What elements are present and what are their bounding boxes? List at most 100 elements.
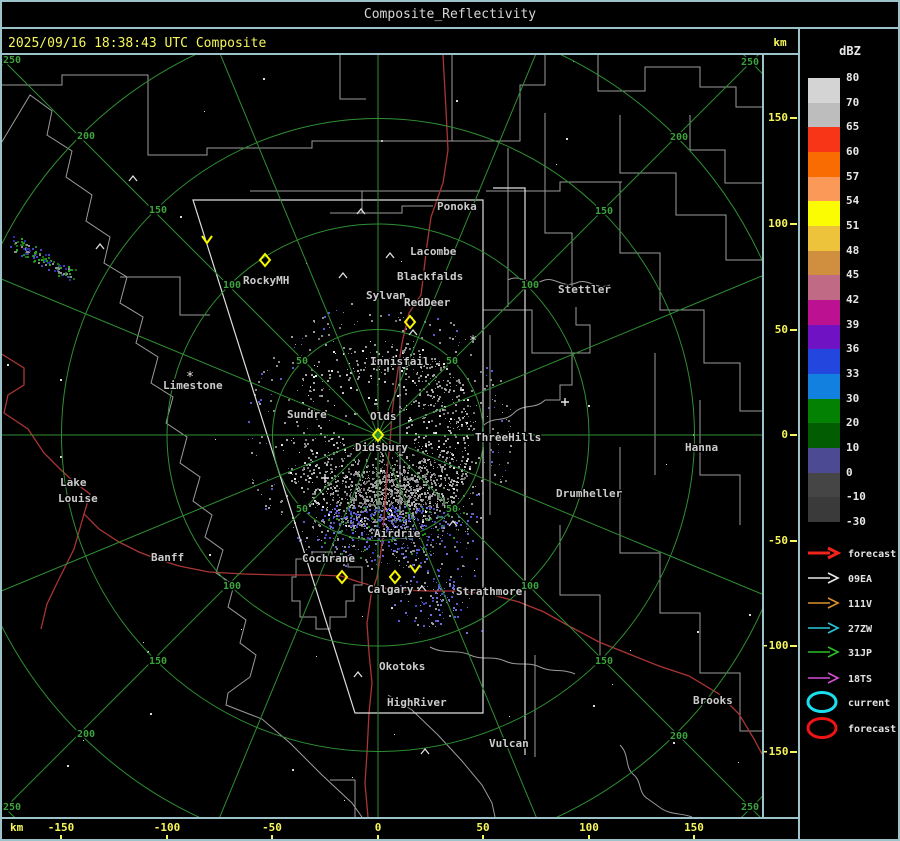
county-boundary-line [486,181,622,192]
dbz-color-block [808,398,840,424]
county-boundary-line [619,182,762,412]
plus-marker-icon [321,474,329,482]
dbz-color-block [808,78,840,103]
timestamp-label: 2025/09/16 18:38:43 UTC Composite [8,36,267,51]
dbz-scale-value: 57 [846,169,860,183]
markers: ** [95,174,569,755]
yellow-vector-icon [201,235,213,245]
caret-marker-icon [353,670,363,678]
range-ring-label: 100 [223,581,241,592]
city-label: Innisfail [370,355,430,368]
dbz-scale-value: 36 [846,342,860,356]
caret-marker-icon [128,174,138,182]
city-label: Vulcan [489,737,529,750]
y-axis-tick-label: -150 [762,745,789,758]
range-ring-label: 150 [595,656,613,667]
city-label: Drumheller [556,487,623,500]
city-label: Calgary [367,583,414,596]
dbz-color-block [808,102,840,128]
range-ring-label: 50 [296,504,308,515]
dbz-color-block [808,448,840,473]
dbz-scale-value: 20 [846,416,860,430]
range-ring-label: 250 [3,55,21,66]
range-ring-label: 200 [77,729,95,740]
range-ring-label: 200 [670,731,688,742]
range-ring-label: 150 [149,205,167,216]
infobar-divider [0,53,798,55]
county-boundary-line [429,646,576,675]
y-axis-tick [790,117,797,119]
dbz-color-block [808,324,840,350]
dbz-color-block [808,226,840,251]
city-label: Strathmore [456,585,523,598]
city-label: RedDeer [404,296,451,309]
map-bottom-divider [0,817,800,819]
dbz-scale-value: -30 [846,515,866,529]
range-ring-label: 100 [521,280,539,291]
dbz-color-block [808,250,840,276]
county-boundary-line [619,744,693,817]
legend: forecast 09EA 111V 27ZW 31JP 18TS current forec… [806,546,896,739]
dbz-color-block [808,300,840,325]
x-axis-tick-label: 0 [374,821,382,834]
coverage-boundary [493,187,526,755]
county-boundary-line [572,307,591,354]
legend-label: forecast [848,724,896,735]
dbz-scale-value: 30 [846,391,860,405]
y-axis-tick [790,645,797,647]
dbz-scale-value: 10 [846,441,860,455]
frame-top-divider [0,0,900,2]
legend-label: 09EA [848,574,872,585]
range-ring-label: 50 [296,356,308,367]
plus-marker-icon [561,398,569,406]
county-boundary-line [699,400,741,525]
dbz-scale-value: 70 [846,95,860,109]
city-label: Sundre [287,408,327,421]
city-label: Louise [58,492,98,505]
y-axis-tick-label: 50 [774,323,788,336]
radar-site-diamond-icon [258,252,272,268]
range-ring-label: 150 [149,656,167,667]
x-axis-tick-label: -100 [153,821,181,834]
county-boundary-line [451,55,546,142]
radar-map[interactable]: 50 50 50 50 100 100 100 100 150 150 150 150 200 200 20… [0,55,762,817]
asterisk-marker-icon: * [469,334,477,349]
x-axis-tick-label: 50 [476,821,490,834]
county-boundary-line [0,74,452,156]
county-boundary-line [483,399,546,426]
dbz-color-block [808,275,840,301]
dbz-scale-value: 54 [846,194,860,208]
city-label: Banff [151,551,184,564]
legend-label: current [848,698,890,709]
range-ring-label: 200 [77,131,95,142]
county-boundary-line [330,205,433,214]
map-right-divider [762,55,764,819]
city-label: HighRiver [387,696,447,709]
y-axis-tick-label: 100 [768,217,788,230]
dbz-scale-value: 0 [846,465,853,479]
y-axis-unit-label: km [773,36,787,49]
range-ring-label: 200 [670,132,688,143]
titlebar-divider [0,27,900,29]
city-label: Stettler [558,283,611,296]
dbz-scale-value: 45 [846,268,860,282]
dbz-scale-value: -10 [846,490,866,504]
range-ring-label: 250 [3,802,21,813]
dbz-color-block [808,176,840,202]
city-label: Okotoks [379,660,425,673]
legend-label: 27ZW [848,624,873,635]
dbz-color-block [808,152,840,177]
county-boundary-line [689,115,762,184]
legend-label: 18TS [848,674,872,685]
range-ring-label: 250 [741,802,759,813]
county-boundary-line [0,94,363,817]
city-label: Lake [60,476,87,489]
legend-label: 111V [848,599,872,610]
caret-marker-icon [95,242,105,250]
county-boundary-line [597,55,762,108]
range-ring-label: 250 [741,57,759,68]
range-ring-label: 150 [595,206,613,217]
echo-dots-southeast-scatter [398,566,459,627]
range-ring-label: 100 [521,581,539,592]
y-axis-tick [790,329,797,331]
